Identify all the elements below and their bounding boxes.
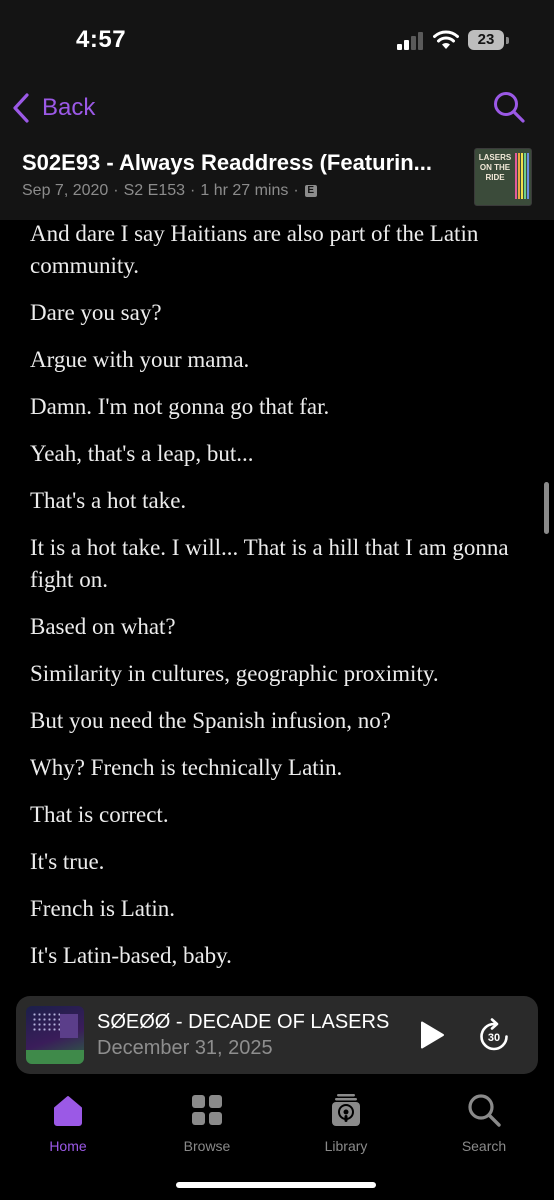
transcript-line[interactable]: That is correct. [30, 799, 530, 831]
episode-date: Sep 7, 2020 [22, 182, 109, 199]
explicit-badge: E [304, 185, 317, 197]
tab-browse[interactable]: Browse [157, 1092, 257, 1162]
transcript-line[interactable]: Similarity in cultures, geographic proxi… [30, 658, 530, 690]
transcript-line[interactable]: Based on what? [30, 611, 530, 643]
episode-header: Back S02E93 - Always Readdress (Featurin… [0, 80, 554, 220]
tab-browse-label: Browse [183, 1138, 231, 1154]
search-icon [468, 1094, 501, 1127]
tab-library-label: Library [324, 1138, 368, 1154]
skip-forward-30-icon[interactable]: 30 [478, 1018, 510, 1052]
library-podcast-icon [332, 1094, 360, 1126]
tab-library[interactable]: Library [296, 1092, 396, 1162]
tab-search[interactable]: Search [434, 1092, 534, 1162]
artwork-stripes [515, 153, 529, 199]
meta-separator: · [190, 182, 196, 199]
transcript: And dare I say Haitians are also part of… [30, 218, 530, 987]
mini-player-title[interactable]: SØEØØ - DECADE OF LASERS [97, 1011, 397, 1034]
home-icon [54, 1096, 82, 1126]
chevron-left-icon [13, 93, 29, 123]
home-indicator[interactable] [176, 1182, 376, 1188]
transcript-line[interactable]: Damn. I'm not gonna go that far. [30, 391, 530, 423]
artwork-block [60, 1014, 78, 1038]
transcript-line[interactable]: It is a hot take. I will... That is a hi… [30, 532, 530, 596]
mini-player-subtitle: December 31, 2025 [97, 1037, 273, 1059]
back-label: Back [42, 94, 96, 121]
episode-title[interactable]: S02E93 - Always Readdress (Featurin... [22, 150, 462, 176]
mini-player[interactable]: SØEØØ - DECADE OF LASERS December 31, 20… [16, 996, 538, 1074]
transcript-line[interactable]: It's Latin-based, baby. [30, 940, 530, 972]
artwork-ground [26, 1050, 84, 1064]
transcript-line[interactable]: French is Latin. [30, 893, 530, 925]
cellular-signal-icon [397, 32, 423, 50]
artwork-dots [32, 1012, 60, 1032]
status-bar: 4:57 23 [0, 0, 554, 80]
back-button[interactable]: Back [10, 88, 95, 128]
episode-code: S2 E153 [123, 182, 186, 199]
wifi-icon [433, 30, 459, 49]
battery-nub [506, 37, 509, 44]
browse-grid-icon [192, 1095, 222, 1125]
episode-duration: 1 hr 27 mins [200, 182, 289, 199]
meta-separator: · [293, 182, 299, 199]
transcript-line[interactable]: Dare you say? [30, 297, 530, 329]
play-icon[interactable] [419, 1020, 445, 1050]
transcript-line[interactable]: That's a hot take. [30, 485, 530, 517]
battery-indicator: 23 [468, 30, 504, 50]
tab-home[interactable]: Home [18, 1092, 118, 1162]
transcript-line[interactable]: It's true. [30, 846, 530, 878]
skip-seconds-label: 30 [488, 1032, 500, 1044]
transcript-line[interactable]: Why? French is technically Latin. [30, 752, 530, 784]
meta-separator: · [113, 182, 119, 199]
tab-home-label: Home [49, 1138, 87, 1154]
artwork-title: LASERS ON THE RIDE [478, 153, 512, 182]
podcast-artwork[interactable]: LASERS ON THE RIDE [474, 148, 532, 206]
transcript-line[interactable]: But you need the Spanish infusion, no? [30, 705, 530, 737]
mini-player-artwork[interactable] [26, 1006, 84, 1064]
transcript-line[interactable]: Yeah, that's a leap, but... [30, 438, 530, 470]
episode-meta: Sep 7, 2020 · S2 E153 · 1 hr 27 mins · E [22, 182, 317, 200]
transcript-line[interactable]: Argue with your mama. [30, 344, 530, 376]
search-icon[interactable] [492, 90, 526, 124]
transcript-line[interactable]: And dare I say Haitians are also part of… [30, 218, 530, 282]
status-time: 4:57 [76, 26, 127, 53]
scroll-indicator[interactable] [544, 482, 549, 534]
tab-search-label: Search [461, 1138, 507, 1154]
